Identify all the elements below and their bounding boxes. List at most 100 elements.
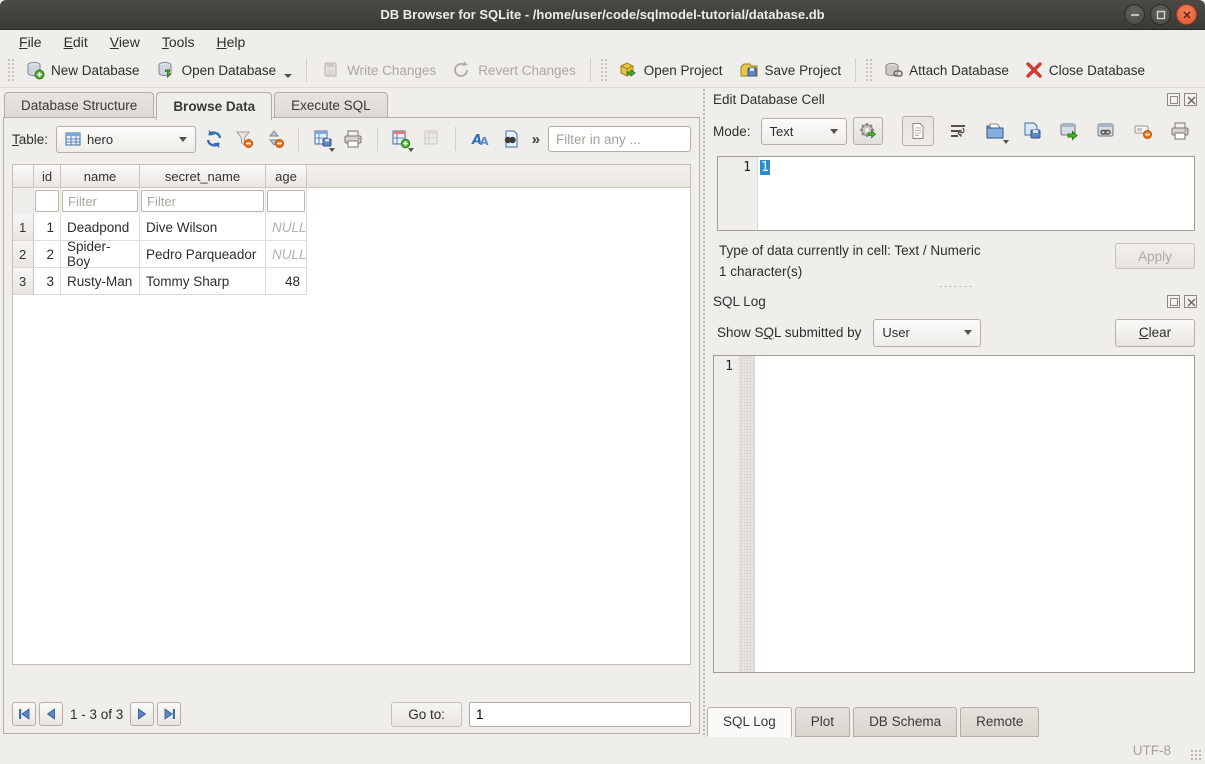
cell-age[interactable]: 48 — [266, 268, 307, 295]
set-null-button[interactable] — [1130, 118, 1156, 144]
menu-tools[interactable]: Tools — [153, 32, 204, 52]
titlebar[interactable]: DB Browser for SQLite - /home/user/code/… — [0, 0, 1205, 30]
find-button[interactable] — [497, 125, 524, 153]
link-button[interactable] — [1093, 118, 1119, 144]
tab-execute-sql[interactable]: Execute SQL — [274, 92, 388, 120]
tab-db-schema[interactable]: DB Schema — [853, 707, 957, 737]
sql-log-editor[interactable]: 1 — [713, 355, 1195, 673]
import-file-button[interactable] — [982, 118, 1008, 144]
open-project-button[interactable]: Open Project — [610, 56, 731, 84]
table-row[interactable]: 3 3 Rusty-Man Tommy Sharp 48 — [13, 268, 690, 295]
save-results-button[interactable] — [309, 125, 336, 153]
filter-input-id[interactable] — [35, 190, 59, 212]
menu-help[interactable]: Help — [208, 32, 255, 52]
panel-splitter-handle[interactable] — [701, 88, 706, 737]
goto-record-input[interactable] — [469, 702, 691, 727]
close-database-button[interactable]: Close Database — [1017, 57, 1153, 83]
float-panel-icon[interactable] — [1167, 93, 1180, 106]
menu-file[interactable]: File — [10, 32, 51, 52]
next-record-button[interactable] — [130, 702, 154, 726]
menu-edit[interactable]: Edit — [55, 32, 97, 52]
save-results-dropdown-caret[interactable] — [329, 148, 335, 152]
filter-input-secret-name[interactable] — [141, 190, 264, 212]
toolbar-drag-handle[interactable] — [7, 58, 14, 82]
insert-record-button[interactable] — [388, 125, 415, 153]
main-tabs: Database Structure Browse Data Execute S… — [4, 92, 390, 120]
toolbar-drag-handle[interactable] — [600, 58, 607, 82]
cell-id[interactable]: 2 — [34, 241, 61, 268]
cell-secret-name[interactable]: Pedro Parqueador — [140, 241, 266, 268]
print-cell-button[interactable] — [1167, 118, 1193, 144]
export-file-button[interactable] — [1019, 118, 1045, 144]
tab-plot[interactable]: Plot — [795, 707, 850, 737]
submitted-by-select[interactable]: User — [873, 319, 981, 347]
app-window: DB Browser for SQLite - /home/user/code/… — [0, 0, 1205, 764]
dock-tabs: SQL Log Plot DB Schema Remote — [707, 707, 1042, 737]
open-external-button[interactable] — [1056, 118, 1082, 144]
cell-name[interactable]: Spider-Boy — [61, 241, 140, 268]
table-row[interactable]: 1 1 Deadpond Dive Wilson NULL — [13, 214, 690, 241]
encoding-indicator[interactable]: UTF-8 — [1133, 743, 1171, 758]
close-panel-icon[interactable] — [1184, 93, 1197, 106]
open-database-button[interactable]: Open Database — [148, 56, 301, 84]
menu-view[interactable]: View — [101, 32, 149, 52]
previous-record-button[interactable] — [39, 702, 63, 726]
cell-age[interactable]: NULL — [266, 214, 307, 241]
cell-id[interactable]: 3 — [34, 268, 61, 295]
tab-browse-data[interactable]: Browse Data — [156, 92, 272, 120]
cell-name[interactable]: Rusty-Man — [61, 268, 140, 295]
clear-sorting-button[interactable] — [262, 125, 289, 153]
open-project-icon — [618, 60, 638, 80]
mode-select[interactable]: Text — [761, 118, 847, 145]
cell-editor[interactable]: 1 1 — [717, 156, 1195, 231]
refresh-button[interactable] — [200, 125, 227, 153]
clear-log-button[interactable]: Clear — [1115, 319, 1195, 347]
toolbar-overflow-chevron[interactable]: » — [532, 131, 540, 148]
tab-remote[interactable]: Remote — [960, 707, 1039, 737]
open-database-dropdown-caret[interactable] — [284, 74, 292, 78]
cell-age[interactable]: NULL — [266, 241, 307, 268]
filter-input-name[interactable] — [62, 190, 138, 212]
new-database-button[interactable]: New Database — [17, 56, 148, 84]
attach-database-button[interactable]: Attach Database — [875, 56, 1017, 84]
column-header-name[interactable]: name — [61, 165, 140, 188]
cell-editor-value[interactable]: 1 — [760, 160, 770, 175]
cell-secret-name[interactable]: Dive Wilson — [140, 214, 266, 241]
column-header-id[interactable]: id — [34, 165, 61, 188]
clear-filters-button[interactable] — [231, 125, 258, 153]
table-select[interactable]: hero — [56, 126, 196, 153]
tab-sql-log[interactable]: SQL Log — [707, 707, 792, 737]
cell-name[interactable]: Deadpond — [61, 214, 140, 241]
edit-cell-dock-header[interactable]: Edit Database Cell — [705, 88, 1205, 110]
column-header-age[interactable]: age — [266, 165, 307, 188]
table-row[interactable]: 2 2 Spider-Boy Pedro Parqueador NULL — [13, 241, 690, 268]
font-button[interactable]: AA — [466, 125, 493, 153]
close-panel-icon[interactable] — [1184, 295, 1197, 308]
last-record-button[interactable] — [157, 702, 181, 726]
tab-database-structure[interactable]: Database Structure — [4, 92, 154, 120]
save-project-button[interactable]: Save Project — [731, 56, 850, 84]
text-mode-toggle[interactable] — [902, 116, 934, 146]
insert-record-dropdown-caret[interactable] — [408, 148, 414, 152]
cell-id[interactable]: 1 — [34, 214, 61, 241]
submitted-by-value: User — [882, 325, 909, 340]
float-panel-icon[interactable] — [1167, 295, 1180, 308]
save-results-icon — [313, 129, 333, 149]
maximize-icon[interactable] — [1150, 4, 1171, 25]
dock-splitter-handle[interactable] — [705, 283, 1205, 291]
import-dropdown-caret[interactable] — [1003, 140, 1009, 144]
goto-button[interactable]: Go to: — [391, 702, 462, 727]
sql-log-dock-header[interactable]: SQL Log — [705, 291, 1205, 313]
cell-secret-name[interactable]: Tommy Sharp — [140, 268, 266, 295]
close-icon[interactable] — [1176, 4, 1197, 25]
print-button[interactable] — [340, 125, 367, 153]
toolbar-drag-handle[interactable] — [865, 58, 872, 82]
minimize-icon[interactable] — [1124, 4, 1145, 25]
resize-grip[interactable] — [1190, 749, 1202, 761]
first-record-button[interactable] — [12, 702, 36, 726]
filter-input-age[interactable] — [267, 190, 305, 212]
auto-apply-button[interactable] — [853, 117, 883, 145]
column-header-secret-name[interactable]: secret_name — [140, 165, 266, 188]
filter-any-column-input[interactable] — [548, 126, 691, 152]
word-wrap-button[interactable] — [945, 118, 971, 144]
